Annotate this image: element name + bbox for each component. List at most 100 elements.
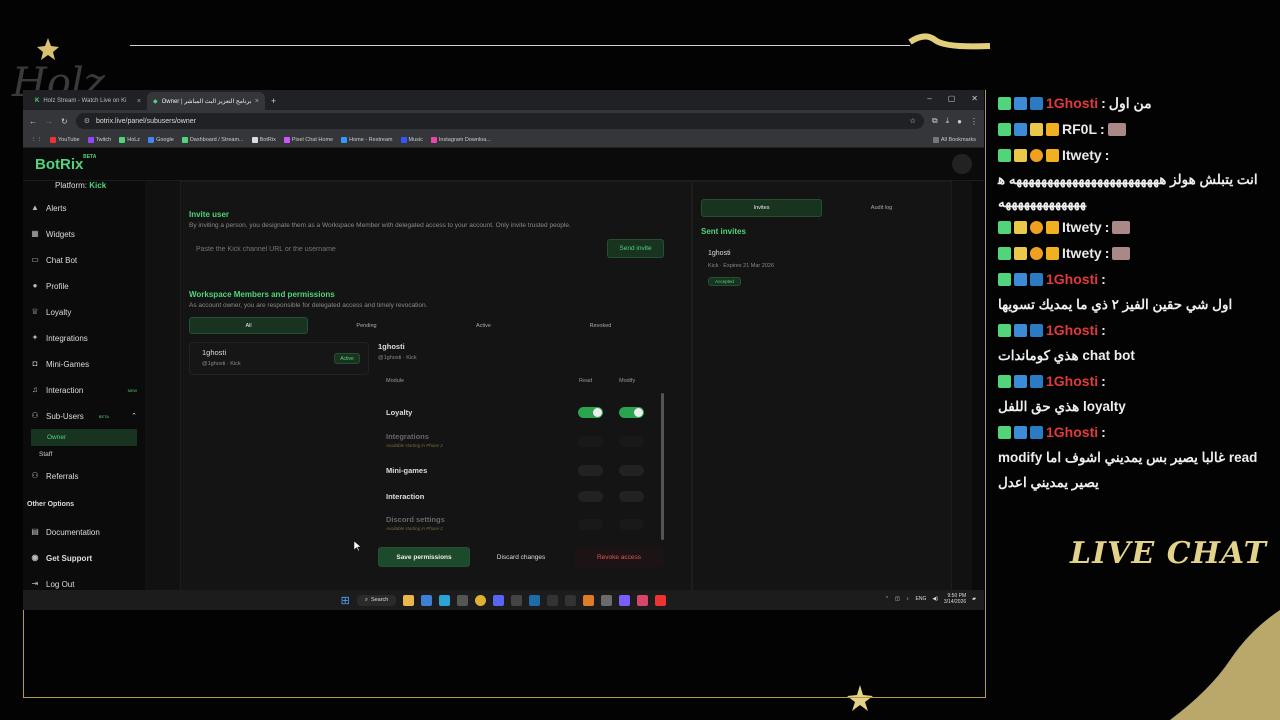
app-icon[interactable] [619, 594, 631, 606]
revoke-access-button[interactable]: Revoke access [574, 547, 664, 567]
taskbar-search[interactable]: ⌕ Search [356, 594, 397, 606]
sidebar-item-loyalty[interactable]: ♕ Loyalty [23, 299, 145, 325]
sidebar-item-documentation[interactable]: ▤ Documentation [23, 519, 145, 545]
mini-games-modify-toggle[interactable] [619, 465, 644, 476]
edge-icon[interactable] [439, 594, 451, 606]
invite-username-input[interactable] [189, 239, 594, 259]
sidebar-item-sub-users[interactable]: ⚇ Sub-Users BETA ⌃ [23, 403, 145, 429]
save-permissions-button[interactable]: Save permissions [378, 547, 470, 567]
app-icon[interactable] [601, 594, 613, 606]
app-icon[interactable] [565, 594, 577, 606]
back-arrow-icon[interactable]: ← [29, 117, 37, 126]
tab-owner[interactable]: ◆ Owner | برنامج التعزيز البث المباشر × [147, 92, 265, 110]
chrome-icon[interactable] [475, 594, 487, 606]
bookmark-restream[interactable]: Home - Restream [341, 136, 393, 143]
brand-logo[interactable]: BotRix BETA [35, 154, 96, 173]
steam-icon[interactable] [529, 594, 541, 606]
bookmark-twitch[interactable]: Twitch [87, 136, 111, 143]
sidebar-item-alerts[interactable]: ▲ Alerts [23, 195, 145, 221]
discord-modify-toggle [619, 519, 644, 530]
integrations-read-toggle [578, 436, 603, 447]
app-icon[interactable] [457, 594, 469, 606]
discord-icon[interactable] [493, 594, 505, 606]
app-icon[interactable] [547, 594, 559, 606]
tab-active[interactable]: Active [425, 317, 542, 334]
store-icon[interactable] [421, 594, 433, 606]
gamepad-icon: ◘ [32, 359, 38, 368]
youtube-icon[interactable] [655, 594, 667, 606]
tab-invites[interactable]: Invites [701, 199, 822, 217]
member-list-item[interactable]: 1ghosti @1ghosti · Kick Active [189, 342, 369, 375]
tab-revoked[interactable]: Revoked [542, 317, 659, 334]
bookmark-youtube[interactable]: YouTube [50, 136, 80, 143]
loyalty-read-toggle[interactable] [578, 407, 603, 418]
microphone-icon[interactable]: ♁ [906, 596, 910, 602]
app-icon[interactable] [637, 594, 649, 606]
bookmark-instagram[interactable]: Instagram Downloa... [430, 136, 491, 143]
reload-icon[interactable]: ↻ [61, 117, 68, 126]
app-icon[interactable] [511, 594, 523, 606]
permissions-scrollbar[interactable] [661, 393, 664, 540]
sidebar-item-get-support[interactable]: ◉ Get Support [23, 545, 145, 571]
profile-avatar-icon[interactable]: ● [957, 117, 962, 126]
maximize-icon[interactable]: ▢ [948, 94, 956, 103]
bookmark-google[interactable]: Google [148, 136, 174, 143]
chevron-up-icon[interactable]: ⌃ [131, 412, 137, 420]
sidebar-item-widgets[interactable]: ▦ Widgets [23, 221, 145, 247]
sidebar: Platform: Kick ▲ Alerts ▦ Widgets ▭ Chat Bo… [23, 181, 145, 610]
close-tab-icon[interactable]: × [137, 98, 141, 105]
clock[interactable]: 9:50 PM 3/14/2026 [944, 593, 966, 605]
site-info-icon[interactable]: ⚙ [84, 117, 90, 125]
download-icon[interactable]: ⤓ [946, 116, 950, 126]
chat-message: 1Ghosti : [992, 419, 1272, 445]
sidebar-item-interaction[interactable]: ♫ Interaction NEW [23, 377, 145, 403]
url-input[interactable]: ⚙ botrix.live/panel/subusers/owner ☆ [75, 113, 924, 129]
sidebar-item-profile[interactable]: ● Profile [23, 273, 145, 299]
bookmark-star-icon[interactable]: ☆ [910, 117, 916, 125]
bookmark-pixel-chat[interactable]: Pixel Chat Home [283, 136, 333, 143]
close-tab-icon[interactable]: × [255, 98, 259, 105]
send-invite-button[interactable]: Send invite [607, 239, 664, 258]
beta-badge: BETA [98, 413, 109, 419]
tab-holz-stream[interactable]: K Holz Stream - Watch Live on Ki × [29, 92, 147, 110]
file-explorer-icon[interactable] [403, 594, 415, 606]
grid-icon: ▦ [31, 229, 39, 238]
all-bookmarks[interactable]: All Bookmarks [932, 136, 976, 143]
user-avatar[interactable] [952, 154, 972, 174]
language-indicator[interactable]: ENG [916, 596, 927, 602]
tab-all[interactable]: All [189, 317, 308, 334]
sidebar-item-chat-bot[interactable]: ▭ Chat Bot [23, 247, 145, 273]
notification-icon[interactable]: ▰ [972, 596, 976, 602]
bookmark-holz[interactable]: HoLz [119, 136, 140, 143]
interaction-read-toggle[interactable] [578, 491, 603, 502]
sidebar-item-mini-games[interactable]: ◘ Mini-Games [23, 351, 145, 377]
network-icon[interactable]: ◫ [895, 596, 900, 602]
interaction-modify-toggle[interactable] [619, 491, 644, 502]
sidebar-item-referrals[interactable]: ⚇ Referrals [23, 463, 145, 489]
app-icon[interactable] [583, 594, 595, 606]
extension-icon[interactable]: ⧉ [932, 116, 938, 126]
loyalty-modify-toggle[interactable] [619, 407, 644, 418]
new-tab-icon[interactable]: + [271, 96, 276, 106]
apps-grid-icon[interactable]: ⋮⋮ [31, 137, 42, 143]
sidebar-subitem-owner[interactable]: Owner [31, 429, 137, 446]
tab-audit-log[interactable]: Audit log [822, 199, 941, 217]
windows-start-icon[interactable]: ⊞ [341, 594, 350, 607]
bookmark-botrix[interactable]: BotRix [251, 136, 276, 143]
sidebar-subitem-staff[interactable]: Staff [23, 446, 145, 463]
bookmark-music[interactable]: Music [400, 136, 423, 143]
app-header: BotRix BETA [23, 148, 984, 181]
chat-message: Itwety : [992, 142, 1272, 168]
menu-dots-icon[interactable]: ⋮ [970, 117, 978, 126]
bookmark-dashboard[interactable]: Dashboard / Stream... [181, 136, 244, 143]
discard-changes-button[interactable]: Discard changes [480, 547, 562, 567]
forward-arrow-icon[interactable]: → [45, 117, 53, 126]
tab-pending[interactable]: Pending [308, 317, 425, 334]
mini-games-read-toggle[interactable] [578, 465, 603, 476]
chevron-up-icon[interactable]: ⌃ [885, 596, 889, 602]
minimize-icon[interactable]: – [927, 94, 931, 103]
chat-text: read غالبا يصير بس يمديني اشوف اما modif… [998, 450, 1258, 490]
close-window-icon[interactable]: ✕ [971, 94, 978, 103]
volume-icon[interactable]: ◀) [932, 596, 938, 602]
sidebar-item-integrations[interactable]: ✦ Integrations [23, 325, 145, 351]
